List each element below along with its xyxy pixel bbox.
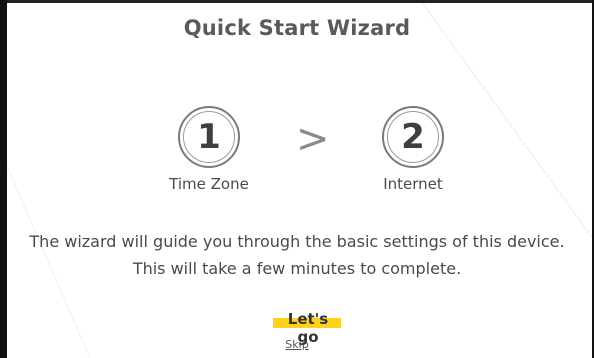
step-1-number: 1	[197, 117, 221, 157]
lets-go-button[interactable]: Let's go	[273, 310, 341, 346]
left-border	[0, 0, 7, 358]
step-separator-icon: >	[296, 116, 330, 162]
step-2-label: Internet	[383, 175, 443, 193]
background-decoration	[0, 0, 594, 358]
step-2-number: 2	[401, 117, 425, 157]
top-border	[0, 0, 594, 3]
step-1-label: Time Zone	[169, 175, 249, 193]
step-1-circle: 1	[178, 106, 240, 168]
wizard-description-line-2: This will take a few minutes to complete…	[132, 259, 462, 278]
wizard-title: Quick Start Wizard	[183, 16, 411, 40]
wizard-description-line-1: The wizard will guide you through the ba…	[29, 232, 565, 251]
step-2-circle: 2	[382, 106, 444, 168]
quick-start-wizard-page: Quick Start Wizard 1 > 2 Time Zone Inter…	[0, 0, 594, 358]
